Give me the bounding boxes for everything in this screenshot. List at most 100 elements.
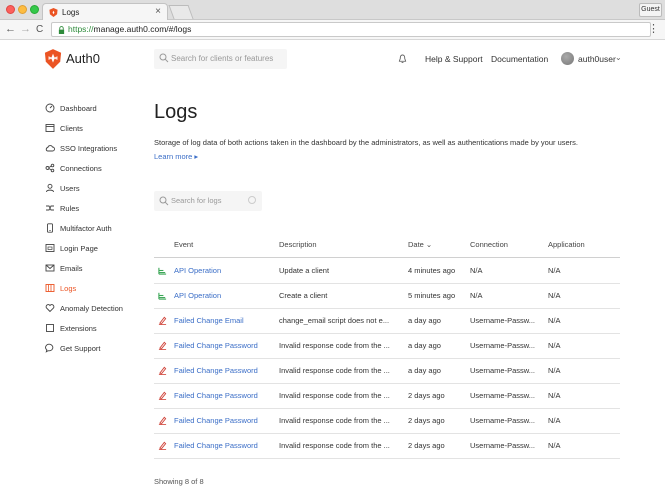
event-description: Invalid response code from the ... [279,366,390,375]
failure-event-icon [158,341,167,350]
event-name-link[interactable]: API Operation [174,291,221,300]
row-divider [154,308,620,309]
login-page-icon [45,244,55,252]
event-date: a day ago [408,366,441,375]
chat-icon [45,343,54,353]
event-description: Create a client [279,291,328,300]
lock-icon [58,26,65,34]
rules-icon [46,205,54,211]
close-window-button[interactable] [6,5,15,14]
results-count: Showing 8 of 8 [154,477,204,486]
sidebar-item-label: Extensions [60,323,97,333]
reload-icon[interactable]: C [36,23,43,36]
users-icon [46,183,54,193]
learn-more-link[interactable]: Learn more ▸ [154,152,198,161]
sidebar-item-label: Connections [60,163,102,173]
notifications-bell-icon[interactable] [398,54,407,64]
logo-text[interactable]: Auth0 [66,51,100,66]
sidebar-item-connections[interactable]: Connections [45,161,102,175]
sidebar-item-multifactor-auth[interactable]: Multifactor Auth [45,221,112,235]
sidebar-item-rules[interactable]: Rules [45,201,79,215]
column-header-description: Description [279,240,317,249]
documentation-link[interactable]: Documentation [491,54,548,64]
event-name-link[interactable]: Failed Change Email [174,316,244,325]
event-connection: Username-Passw... [470,316,536,325]
sidebar-item-login-page[interactable]: Login Page [45,241,98,255]
event-application: N/A [548,416,561,425]
browser-menu-icon[interactable]: ⋮ [648,23,659,35]
event-date: 2 days ago [408,416,445,425]
sidebar-item-label: Multifactor Auth [60,223,112,233]
event-connection: Username-Passw... [470,366,536,375]
event-name-link[interactable]: Failed Change Password [174,341,258,350]
event-connection: Username-Passw... [470,416,536,425]
tab-close-icon[interactable]: × [155,6,161,17]
clear-search-icon[interactable] [248,196,256,204]
event-application: N/A [548,266,561,275]
event-name-link[interactable]: API Operation [174,266,221,275]
sidebar-item-emails[interactable]: Emails [45,261,83,275]
help-support-link[interactable]: Help & Support [425,54,483,64]
event-connection: Username-Passw... [470,391,536,400]
logs-icon [45,284,55,292]
failure-event-icon [158,366,167,375]
extensions-icon [46,324,54,332]
forward-icon[interactable]: → [20,23,31,36]
event-name-link[interactable]: Failed Change Password [174,391,258,400]
row-divider [154,458,620,459]
event-date: a day ago [408,316,441,325]
browser-tab-bar: Logs × Guest [0,0,665,20]
failure-event-icon [158,316,167,325]
success-event-icon [158,292,167,300]
avatar[interactable] [561,52,574,65]
event-application: N/A [548,441,561,450]
event-name-link[interactable]: Failed Change Password [174,416,258,425]
url-path: manage.auth0.com/#/logs [93,24,192,34]
event-date: 2 days ago [408,441,445,450]
new-tab-button[interactable] [168,5,194,19]
maximize-window-button[interactable] [30,5,39,14]
sidebar-item-anomaly-detection[interactable]: Anomaly Detection [45,301,123,315]
sidebar-item-label: Anomaly Detection [60,303,123,313]
event-connection: Username-Passw... [470,441,536,450]
back-icon[interactable]: ← [5,23,16,36]
event-name-link[interactable]: Failed Change Password [174,366,258,375]
email-icon [45,264,55,272]
sidebar-item-label: Emails [60,263,83,273]
clients-icon [45,124,55,132]
browser-tab-logs[interactable]: Logs × [42,3,168,20]
minimize-window-button[interactable] [18,5,27,14]
event-date: 2 days ago [408,391,445,400]
address-bar[interactable]: https://manage.auth0.com/#/logs [51,22,651,37]
search-icon [159,53,169,63]
event-date: 4 minutes ago [408,266,456,275]
dashboard-icon [45,103,55,113]
sidebar-item-get-support[interactable]: Get Support [45,341,100,355]
event-description: Invalid response code from the ... [279,441,390,450]
sidebar-item-dashboard[interactable]: Dashboard [45,101,97,115]
event-description: Invalid response code from the ... [279,391,390,400]
logs-search-input[interactable]: Search for logs [154,191,262,211]
event-application: N/A [548,316,561,325]
header-search-input[interactable]: Search for clients or features [154,49,287,69]
column-header-event: Event [174,240,194,249]
event-application: N/A [548,291,561,300]
success-event-icon [158,267,167,275]
failure-event-icon [158,416,167,425]
sidebar-item-users[interactable]: Users [45,181,80,195]
sidebar-item-extensions[interactable]: Extensions [45,321,97,335]
column-header-application: Application [548,240,585,249]
guest-profile-button[interactable]: Guest [639,3,662,17]
sidebar-item-clients[interactable]: Clients [45,121,83,135]
chevron-down-icon[interactable]: ⌄ [615,53,622,62]
browser-toolbar: ← → C https://manage.auth0.com/#/logs ⋮ [0,20,665,40]
username-menu[interactable]: auth0user [578,54,616,64]
column-header-date[interactable]: Date ⌄ [408,240,432,249]
auth0-logo-icon [44,49,62,69]
event-name-link[interactable]: Failed Change Password [174,441,258,450]
sidebar-item-label: Logs [60,283,77,293]
sidebar-item-sso-integrations[interactable]: SSO Integrations [45,141,117,155]
sidebar-item-logs[interactable]: Logs [45,281,76,295]
page-title: Logs [154,101,198,123]
event-date: 5 minutes ago [408,291,456,300]
